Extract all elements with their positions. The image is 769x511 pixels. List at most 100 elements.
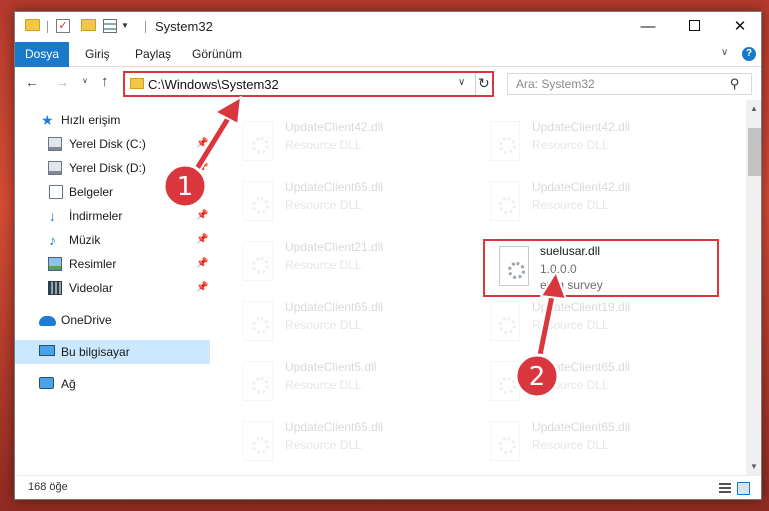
disk-icon <box>48 161 62 175</box>
pictures-icon <box>48 257 62 271</box>
tiles-view-icon[interactable] <box>737 482 750 495</box>
recent-locations-chevron-down-icon[interactable]: ∨ <box>82 76 88 85</box>
help-icon[interactable]: ? <box>742 47 756 61</box>
pin-icon[interactable]: 📌 <box>196 252 208 276</box>
file-tile[interactable]: UpdateClient42.dll Resource DLL <box>479 173 709 229</box>
dll-file-icon <box>490 121 520 161</box>
tab-file[interactable]: Dosya <box>15 42 69 67</box>
close-button[interactable]: ✕ <box>717 12 761 42</box>
star-icon: ★ <box>41 112 54 128</box>
properties-icon[interactable] <box>103 19 117 33</box>
file-version: 1.0.0.0 <box>540 262 577 276</box>
pin-icon[interactable]: 📌 <box>196 156 208 180</box>
file-list: UpdateClient42.dll Resource DLL UpdateCl… <box>220 100 747 475</box>
file-tile[interactable]: UpdateClient19.dll Resource DLL <box>479 293 709 349</box>
file-name: UpdateClient42.dll <box>532 120 631 134</box>
search-input[interactable]: Ara: System32 ⚲ <box>507 73 752 95</box>
folder-icon <box>130 78 144 89</box>
back-arrow-icon[interactable]: ← <box>25 74 39 90</box>
file-tile[interactable]: UpdateClient65.dll Resource DLL <box>232 413 462 469</box>
expand-ribbon-chevron-down-icon[interactable]: ∨ <box>721 47 728 58</box>
file-name: UpdateClient5.dll <box>285 360 377 374</box>
up-arrow-icon[interactable]: ↑ <box>101 73 109 90</box>
sidebar-item-label: Videolar <box>69 281 113 295</box>
scroll-thumb[interactable] <box>748 128 761 176</box>
sidebar-item-label: Hızlı erişim <box>61 113 121 127</box>
dll-file-icon <box>243 241 273 281</box>
file-tile[interactable]: UpdateClient42.dll Resource DLL <box>232 113 462 169</box>
address-bar[interactable]: C:\Windows\System32 ∨ ↻ <box>123 71 494 97</box>
file-type: Resource DLL <box>285 378 362 392</box>
file-tile[interactable]: UpdateClient65.dll Resource DLL <box>232 293 462 349</box>
dll-file-icon <box>490 301 520 341</box>
vertical-scrollbar[interactable]: ▲ ▼ <box>746 100 761 475</box>
file-type: Resource DLL <box>285 198 362 212</box>
file-type: Resource DLL <box>532 198 609 212</box>
tab-view[interactable]: Görünüm <box>181 42 253 67</box>
search-placeholder: Ara: System32 <box>516 77 595 91</box>
file-name: UpdateClient42.dll <box>285 120 384 134</box>
address-path[interactable]: C:\Windows\System32 <box>148 77 279 92</box>
disk-icon <box>48 137 62 151</box>
status-bar: 168 öğe <box>15 475 761 499</box>
search-icon[interactable]: ⚲ <box>730 76 740 92</box>
sidebar-item-label: Bu bilgisayar <box>61 345 130 359</box>
cloud-icon <box>39 316 56 326</box>
file-tile[interactable]: UpdateClient65.dll Resource DLL <box>479 413 709 469</box>
sidebar-item-local-disk-d[interactable]: Yerel Disk (D:) 📌 <box>15 156 210 180</box>
divider <box>475 73 476 95</box>
maximize-button[interactable] <box>671 12 717 42</box>
sidebar-item-quick-access[interactable]: ★ Hızlı erişim <box>15 108 210 132</box>
documents-icon <box>49 185 63 199</box>
sidebar-item-music[interactable]: ♪ Müzik 📌 <box>15 228 210 252</box>
forward-arrow-icon[interactable]: → <box>55 74 69 90</box>
pin-icon[interactable]: 📌 <box>196 132 208 156</box>
dll-file-icon <box>243 361 273 401</box>
minimize-button[interactable]: — <box>625 12 671 42</box>
sidebar-item-videos[interactable]: Videolar 📌 <box>15 276 210 300</box>
new-folder-icon[interactable] <box>81 19 96 31</box>
details-view-icon[interactable] <box>719 483 731 494</box>
download-icon: ↓ <box>49 208 56 224</box>
dll-file-icon <box>243 301 273 341</box>
pin-icon[interactable]: 📌 <box>196 228 208 252</box>
sidebar-item-this-pc[interactable]: Bu bilgisayar <box>15 340 210 364</box>
title-bar: ✓ ▼ System32 — ✕ <box>15 12 761 42</box>
file-tile[interactable]: UpdateClient21.dll Resource DLL <box>232 233 462 289</box>
file-name: UpdateClient65.dll <box>285 300 384 314</box>
pin-icon[interactable]: 📌 <box>196 204 208 228</box>
file-name: UpdateClient19.dll <box>532 300 631 314</box>
sidebar-item-pictures[interactable]: Resimler 📌 <box>15 252 210 276</box>
file-company: ereg survey <box>540 278 603 292</box>
file-tile[interactable]: UpdateClient65.dll Resource DLL <box>232 173 462 229</box>
dll-file-icon <box>243 421 273 461</box>
file-type: Resource DLL <box>532 438 609 452</box>
sidebar-item-network[interactable]: Ağ <box>15 372 210 396</box>
maximize-icon <box>688 20 700 32</box>
scroll-down-arrow-icon[interactable]: ▼ <box>750 462 758 471</box>
dll-file-icon <box>490 181 520 221</box>
tab-home[interactable]: Giriş <box>74 42 121 67</box>
dll-file-icon <box>499 246 529 286</box>
sidebar-item-downloads[interactable]: ↓ İndirmeler 📌 <box>15 204 210 228</box>
sidebar-item-label: İndirmeler <box>69 209 123 223</box>
address-history-chevron-down-icon[interactable]: ∨ <box>458 77 465 88</box>
sidebar-item-onedrive[interactable]: OneDrive <box>15 308 210 332</box>
sidebar-item-label: Belgeler <box>69 185 114 199</box>
refresh-icon[interactable]: ↻ <box>478 75 490 92</box>
scroll-up-arrow-icon[interactable]: ▲ <box>750 104 758 113</box>
tab-share[interactable]: Paylaş <box>124 42 182 67</box>
file-type: Resource DLL <box>285 138 362 152</box>
file-tile[interactable]: UpdateClient65.dll Resource DLL <box>479 353 709 409</box>
file-tile[interactable]: UpdateClient5.dll Resource DLL <box>232 353 462 409</box>
pin-icon[interactable]: 📌 <box>196 276 208 300</box>
window-title: System32 <box>155 19 213 34</box>
properties-check-icon[interactable]: ✓ <box>56 19 70 33</box>
explorer-window: ✓ ▼ System32 — ✕ Dosya Giriş Paylaş Görü… <box>14 11 762 500</box>
sidebar-item-local-disk-c[interactable]: Yerel Disk (C:) 📌 <box>15 132 210 156</box>
customize-toolbar-chevron-down-icon[interactable]: ▼ <box>121 21 129 30</box>
file-tile-suelusar[interactable]: suelusar.dll 1.0.0.0 ereg survey <box>485 240 715 296</box>
file-tile[interactable]: UpdateClient42.dll Resource DLL <box>479 113 709 169</box>
file-name: UpdateClient42.dll <box>532 180 631 194</box>
sidebar-item-documents[interactable]: Belgeler <box>15 180 210 204</box>
